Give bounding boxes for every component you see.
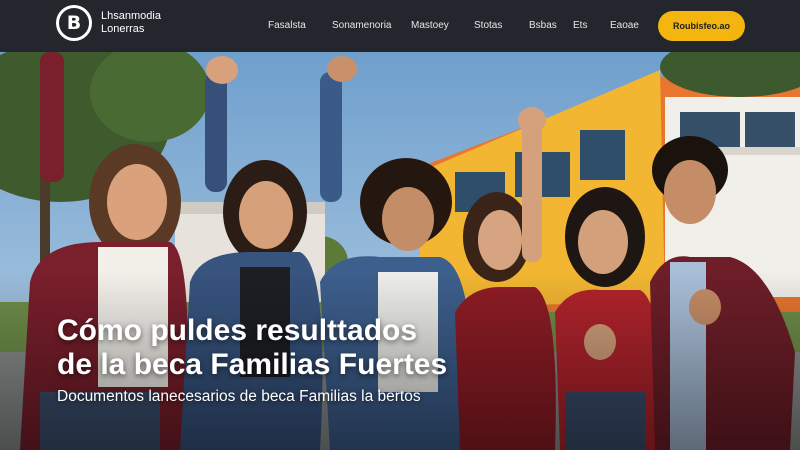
- headline-line-1: Cómo puldes resulttados: [57, 314, 418, 347]
- nav-item-6[interactable]: Ets: [573, 20, 587, 31]
- hero-headline: Cómo puldes resulttados de la beca Famil…: [57, 314, 577, 382]
- hero-subheadline: Documentos lanecesarios de beca Familias…: [57, 388, 421, 405]
- nav-item-4[interactable]: Stotas: [474, 20, 502, 31]
- logo-badge-icon: B: [56, 5, 92, 41]
- logo-line-1: Lhsanmodia: [101, 10, 161, 22]
- cta-button[interactable]: Roubisfeo.ao: [658, 11, 745, 41]
- nav-item-1[interactable]: Fasalsta: [268, 20, 306, 31]
- headline-line-2: de la beca Familias Fuertes: [57, 348, 448, 381]
- logo-wordmark: Lhsanmodia Lonerras: [101, 10, 161, 36]
- site-logo[interactable]: B Lhsanmodia Lonerras: [56, 5, 161, 41]
- top-navbar: B Lhsanmodia Lonerras Fasalsta Sonamenor…: [0, 0, 800, 52]
- nav-item-7[interactable]: Eaoae: [610, 20, 639, 31]
- nav-item-2[interactable]: Sonamenoria: [332, 20, 391, 31]
- logo-line-2: Lonerras: [101, 23, 145, 35]
- hero-banner: Cómo puldes resulttados de la beca Famil…: [0, 52, 800, 450]
- nav-item-3[interactable]: Mastoey: [411, 20, 449, 31]
- logo-letter: B: [66, 11, 82, 34]
- nav-item-5[interactable]: Bsbas: [529, 20, 557, 31]
